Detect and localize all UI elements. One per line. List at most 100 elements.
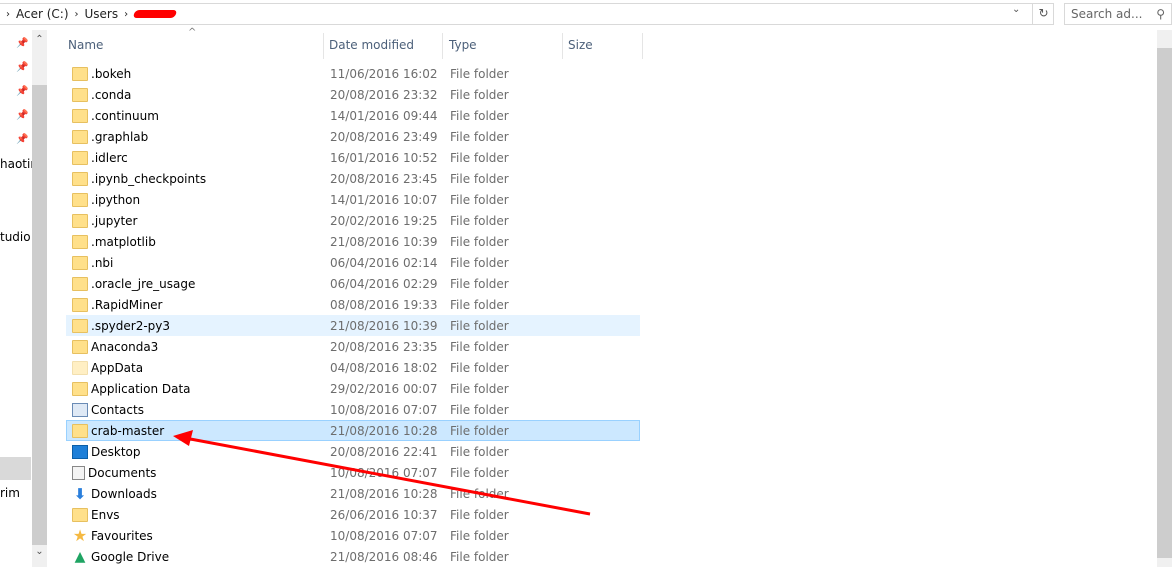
file-date: 10/08/2016 07:07: [330, 528, 438, 543]
file-name: .spyder2-py3: [91, 318, 171, 333]
chevron-right-icon[interactable]: ›: [75, 9, 79, 20]
google-drive-icon: ▲: [74, 548, 86, 565]
file-date: 29/02/2016 00:07: [330, 381, 438, 396]
file-name: Favourites: [91, 528, 153, 543]
file-row[interactable]: .ipynb_checkpoints 20/08/2016 23:45 File f…: [66, 168, 640, 189]
file-name: .nbi: [91, 255, 114, 270]
file-name: AppData: [91, 360, 144, 375]
file-type: File folder: [450, 465, 509, 480]
column-header-type[interactable]: Type: [444, 33, 563, 59]
file-row[interactable]: .matplotlib 21/08/2016 10:39 File folder: [66, 231, 640, 252]
file-type: File folder: [450, 549, 509, 564]
file-row[interactable]: AppData 04/08/2016 18:02 File folder: [66, 357, 640, 378]
file-date: 21/08/2016 10:28: [330, 486, 438, 501]
file-type: File folder: [450, 528, 509, 543]
file-type: File folder: [450, 129, 509, 144]
file-row[interactable]: Application Data 29/02/2016 00:07 File fol…: [66, 378, 640, 399]
file-date: 20/08/2016 23:45: [330, 171, 438, 186]
file-name: Application Data: [91, 381, 191, 396]
file-name: .ipynb_checkpoints: [91, 171, 207, 186]
file-row[interactable]: .graphlab 20/08/2016 23:49 File folder: [66, 126, 640, 147]
file-date: 06/04/2016 02:14: [330, 255, 438, 270]
file-type: File folder: [450, 402, 509, 417]
folder-icon: [72, 255, 88, 270]
nav-item[interactable]: tudio: [0, 230, 31, 244]
file-row[interactable]: .nbi 06/04/2016 02:14 File folder: [66, 252, 640, 273]
file-row[interactable]: .conda 20/08/2016 23:32 File folder: [66, 84, 640, 105]
nav-item-selected[interactable]: [0, 457, 31, 480]
breadcrumb-users[interactable]: Users: [85, 7, 119, 21]
scrollbar-thumb[interactable]: [32, 85, 47, 545]
file-type: File folder: [450, 192, 509, 207]
file-type: File folder: [450, 150, 509, 165]
scroll-down-icon[interactable]: ⌄: [32, 546, 47, 557]
refresh-icon[interactable]: ↻: [1032, 3, 1054, 25]
file-type: File folder: [450, 213, 509, 228]
folder-icon: [72, 213, 88, 228]
file-row[interactable]: .jupyter 20/02/2016 19:25 File folder: [66, 210, 640, 231]
file-type: File folder: [450, 423, 509, 438]
folder-icon: [72, 192, 88, 207]
file-row[interactable]: ▲ Google Drive 21/08/2016 08:46 File folder: [66, 546, 640, 567]
address-bar[interactable]: › Acer (C:) › Users ›: [0, 3, 1054, 25]
address-dropdown-icon[interactable]: ⌄: [1012, 4, 1020, 15]
file-name: Desktop: [91, 444, 141, 459]
file-name: Google Drive: [91, 549, 170, 564]
file-row[interactable]: Anaconda3 20/08/2016 23:35 File folder: [66, 336, 640, 357]
file-row[interactable]: .spyder2-py3 21/08/2016 10:39 File folder: [66, 315, 640, 336]
file-type: File folder: [450, 297, 509, 312]
file-name: Envs: [91, 507, 120, 522]
folder-icon: [72, 318, 88, 333]
file-name: .continuum: [91, 108, 159, 123]
file-row[interactable]: .oracle_jre_usage 06/04/2016 02:29 File fo…: [66, 273, 640, 294]
nav-item[interactable]: rim: [0, 486, 20, 500]
column-header-size[interactable]: Size: [563, 33, 643, 59]
file-name: .RapidMiner: [91, 297, 163, 312]
file-name: .graphlab: [91, 129, 149, 144]
file-row[interactable]: ⬇ Downloads 21/08/2016 10:28 File folder: [66, 483, 640, 504]
file-type: File folder: [450, 318, 509, 333]
folder-icon: [72, 150, 88, 165]
contacts-icon: [72, 402, 88, 417]
pin-icon: 📌: [16, 134, 29, 145]
file-row[interactable]: .RapidMiner 08/08/2016 19:33 File folder: [66, 294, 640, 315]
file-row[interactable]: crab-master 21/08/2016 10:28 File folder: [66, 420, 640, 441]
column-header-name[interactable]: Name: [63, 33, 324, 59]
redaction-mark: [132, 10, 178, 18]
scroll-up-icon[interactable]: ⌃: [32, 34, 47, 45]
file-name: Documents: [88, 465, 157, 480]
file-date: 11/06/2016 16:02: [330, 66, 438, 81]
chevron-right-icon[interactable]: ›: [124, 9, 128, 20]
file-name: Downloads: [91, 486, 157, 501]
file-date: 20/08/2016 23:35: [330, 339, 438, 354]
file-date: 20/08/2016 23:32: [330, 87, 438, 102]
file-row[interactable]: Desktop 20/08/2016 22:41 File folder: [66, 441, 640, 462]
folder-icon: [72, 129, 88, 144]
breadcrumb-drive[interactable]: Acer (C:): [16, 7, 69, 21]
folder-icon: [72, 87, 88, 102]
file-row[interactable]: ★ Favourites 10/08/2016 07:07 File folder: [66, 525, 640, 546]
file-row[interactable]: Contacts 10/08/2016 07:07 File folder: [66, 399, 640, 420]
column-header-date[interactable]: Date modified: [324, 33, 443, 59]
file-row[interactable]: .continuum 14/01/2016 09:44 File folder: [66, 105, 640, 126]
file-row[interactable]: Envs 26/06/2016 10:37 File folder: [66, 504, 640, 525]
file-name: .oracle_jre_usage: [91, 276, 196, 291]
file-date: 14/01/2016 10:07: [330, 192, 438, 207]
file-row[interactable]: .ipython 14/01/2016 10:07 File folder: [66, 189, 640, 210]
file-row[interactable]: Documents 10/08/2016 07:07 File folder: [66, 462, 640, 483]
nav-scrollbar[interactable]: ⌃ ⌄: [32, 30, 47, 567]
folder-icon: [72, 360, 88, 375]
file-type: File folder: [450, 381, 509, 396]
folder-icon: [72, 423, 88, 438]
file-list-scrollbar[interactable]: [1157, 30, 1172, 567]
scrollbar-thumb[interactable]: [1157, 48, 1172, 558]
folder-icon: [72, 234, 88, 249]
file-date: 21/08/2016 10:28: [330, 423, 438, 438]
file-date: 21/08/2016 08:46: [330, 549, 438, 564]
file-row[interactable]: .idlerc 16/01/2016 10:52 File folder: [66, 147, 640, 168]
file-row[interactable]: .bokeh 11/06/2016 16:02 File folder: [66, 63, 640, 84]
search-input[interactable]: Search ad... ⚲: [1064, 3, 1172, 25]
file-date: 04/08/2016 18:02: [330, 360, 438, 375]
file-date: 21/08/2016 10:39: [330, 234, 438, 249]
file-type: File folder: [450, 444, 509, 459]
